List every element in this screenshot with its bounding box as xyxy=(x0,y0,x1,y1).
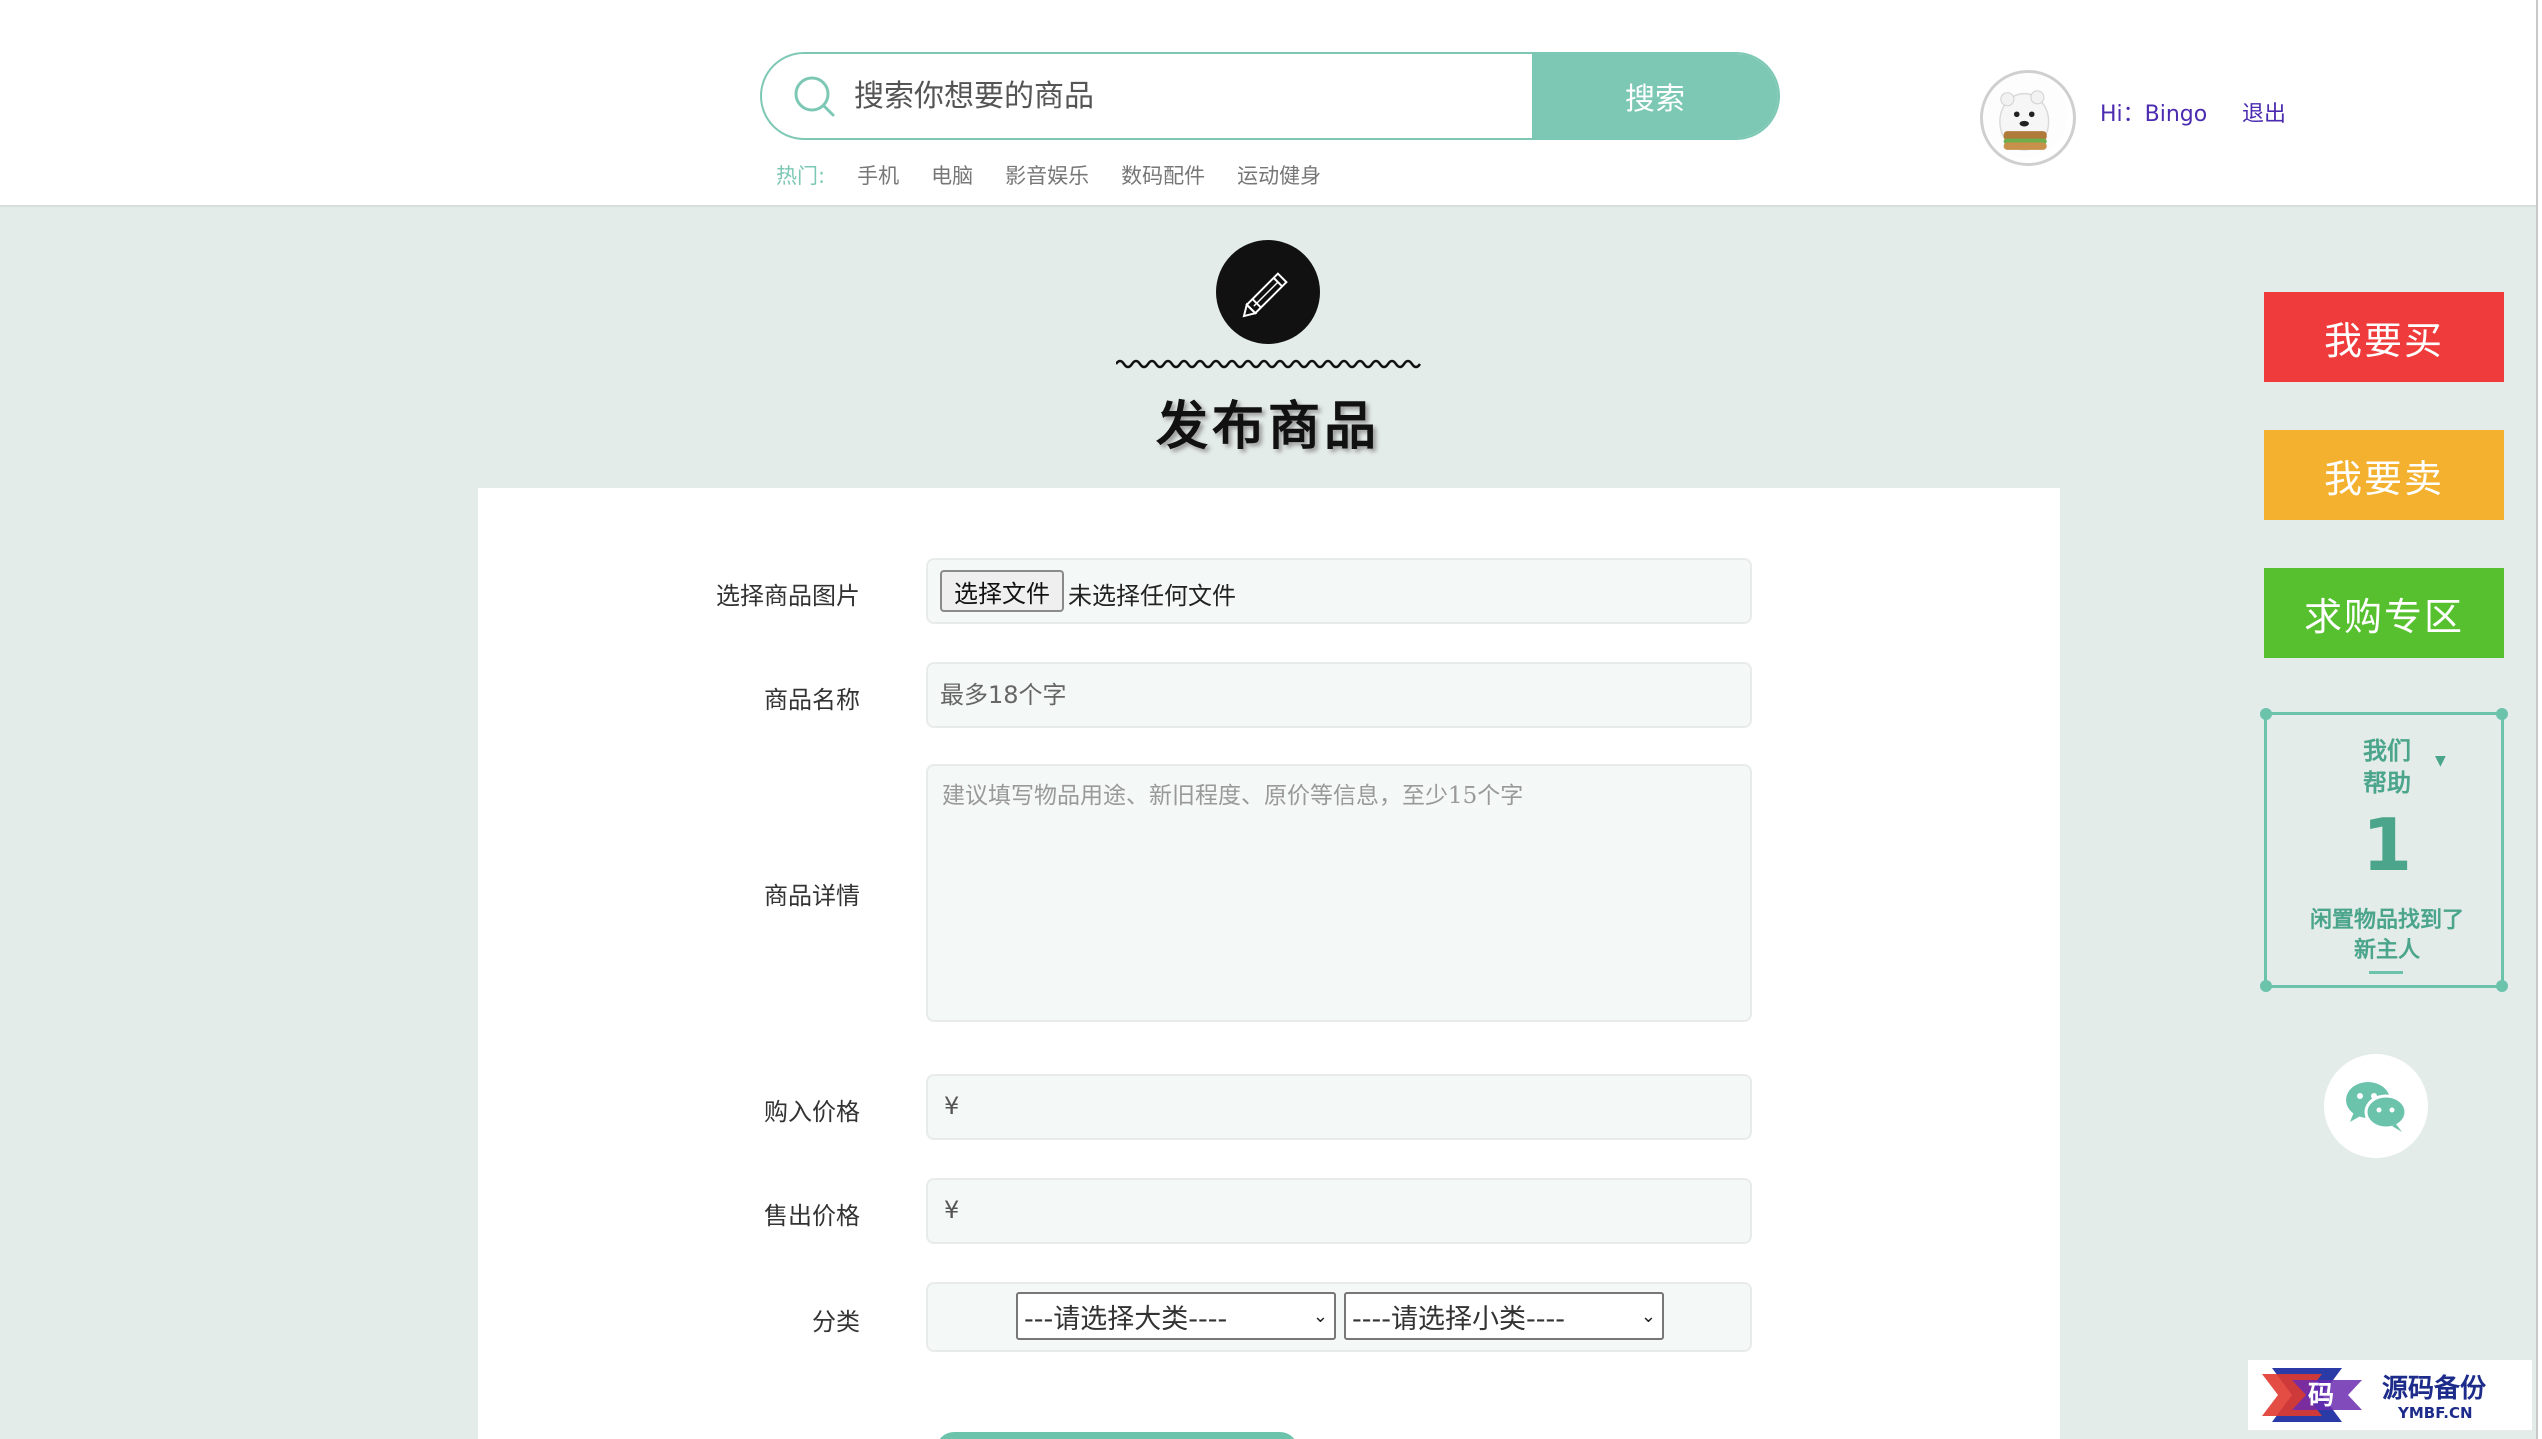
hot-link-sports[interactable]: 运动健身 xyxy=(1237,160,1321,190)
want-zone-button[interactable]: 求购专区 xyxy=(2264,568,2504,658)
search-button[interactable]: 搜索 xyxy=(1532,54,1778,138)
chevron-down-icon: ⌄ xyxy=(1312,1305,1328,1327)
wechat-button[interactable] xyxy=(2324,1054,2428,1158)
sell-price-label: 售出价格 xyxy=(764,1202,860,1230)
chevron-down-icon: ⌄ xyxy=(1640,1305,1656,1327)
pencil-badge xyxy=(1216,240,1320,344)
category-major-value: ---请选择大类---- xyxy=(1024,1303,1228,1335)
search-bar: 搜索 xyxy=(760,52,1780,140)
buy-price-field[interactable]: ¥ xyxy=(926,1074,1752,1140)
detail-textarea[interactable] xyxy=(928,766,1750,1020)
help-counter-box: 我们 帮助 ▼ 1 闲置物品找到了 新主人 xyxy=(2260,708,2508,992)
corner-dot xyxy=(2260,980,2272,992)
name-input[interactable] xyxy=(928,664,1750,726)
logout-link[interactable]: 退出 xyxy=(2242,96,2286,128)
help-heading: 我们 帮助 xyxy=(2267,735,2507,799)
form-row-sell-price: 售出价格 ¥ xyxy=(478,1178,2060,1244)
hot-links: 热门: 手机 电脑 影音娱乐 数码配件 运动健身 xyxy=(776,160,1353,190)
pencil-icon xyxy=(1242,272,1288,318)
help-caption-line1: 闲置物品找到了 xyxy=(2309,907,2464,933)
top-header: 搜索 热门: 手机 电脑 影音娱乐 数码配件 运动健身 Hi：Bingo 退出 xyxy=(0,0,2542,207)
bear-avatar-icon xyxy=(1983,73,2068,158)
category-field: ---请选择大类---- ⌄ ----请选择小类---- ⌄ xyxy=(926,1282,1752,1352)
wave-divider xyxy=(1116,359,1422,369)
sell-price-field[interactable]: ¥ xyxy=(926,1178,1752,1244)
watermark-sub: YMBF.CN xyxy=(2398,1404,2473,1422)
window-edge xyxy=(2536,0,2542,1439)
corner-dot xyxy=(2260,708,2272,720)
currency-symbol: ¥ xyxy=(944,1196,960,1224)
name-field xyxy=(926,662,1752,728)
category-major-select[interactable]: ---请选择大类---- ⌄ xyxy=(1016,1292,1336,1340)
category-minor-value: ----请选择小类---- xyxy=(1352,1303,1565,1335)
submit-button[interactable] xyxy=(936,1432,1298,1439)
hot-link-phone[interactable]: 手机 xyxy=(857,160,899,190)
form-row-detail: 商品详情 xyxy=(478,764,2060,1022)
currency-symbol: ¥ xyxy=(944,1092,960,1120)
file-status: 未选择任何文件 xyxy=(1068,582,1236,610)
publish-form: 选择商品图片 选择文件 未选择任何文件 商品名称 商品详情 购入价格 ¥ 售出价… xyxy=(478,488,2060,1439)
choose-file-button[interactable]: 选择文件 xyxy=(940,570,1064,612)
page-title: 发布商品 xyxy=(1155,396,1380,457)
help-heading-line1: 我们 xyxy=(2363,736,2411,765)
detail-label: 商品详情 xyxy=(764,882,860,910)
hot-label: 热门: xyxy=(776,164,826,188)
caret-down-icon: ▼ xyxy=(2435,753,2446,769)
category-label: 分类 xyxy=(812,1308,860,1336)
form-row-category: 分类 ---请选择大类---- ⌄ ----请选择小类---- ⌄ xyxy=(478,1282,2060,1352)
wechat-icon xyxy=(2346,1082,2408,1132)
avatar[interactable] xyxy=(1980,70,2076,166)
form-row-buy-price: 购入价格 ¥ xyxy=(478,1074,2060,1140)
source-code-logo-icon: 码 xyxy=(2262,1368,2362,1422)
hot-link-media[interactable]: 影音娱乐 xyxy=(1005,160,1089,190)
sell-button[interactable]: 我要卖 xyxy=(2264,430,2504,520)
form-row-name: 商品名称 xyxy=(478,662,2060,728)
help-heading-line2: 帮助 xyxy=(2363,768,2411,797)
help-caption-line2: 新主人 xyxy=(2353,937,2420,963)
category-minor-select[interactable]: ----请选择小类---- ⌄ xyxy=(1344,1292,1664,1340)
help-caption: 闲置物品找到了 新主人 xyxy=(2267,905,2507,965)
hot-link-accessories[interactable]: 数码配件 xyxy=(1121,160,1205,190)
corner-dot xyxy=(2496,708,2508,720)
image-label: 选择商品图片 xyxy=(716,582,860,610)
watermark-logo: 码 源码备份 YMBF.CN xyxy=(2248,1360,2532,1430)
search-icon xyxy=(794,76,835,117)
corner-dot xyxy=(2496,980,2508,992)
image-field: 选择文件 未选择任何文件 xyxy=(926,558,1752,624)
form-row-image: 选择商品图片 选择文件 未选择任何文件 xyxy=(478,558,2060,624)
detail-field xyxy=(926,764,1752,1022)
hot-link-computer[interactable]: 电脑 xyxy=(931,160,973,190)
buy-button[interactable]: 我要买 xyxy=(2264,292,2504,382)
name-label: 商品名称 xyxy=(764,686,860,714)
watermark-title: 源码备份 xyxy=(2382,1374,2487,1404)
watermark-glyph: 码 xyxy=(2308,1381,2334,1411)
help-count: 1 xyxy=(2361,803,2413,887)
help-underline xyxy=(2369,971,2403,974)
user-greeting: Hi：Bingo xyxy=(2100,102,2208,127)
buy-price-label: 购入价格 xyxy=(764,1098,860,1126)
